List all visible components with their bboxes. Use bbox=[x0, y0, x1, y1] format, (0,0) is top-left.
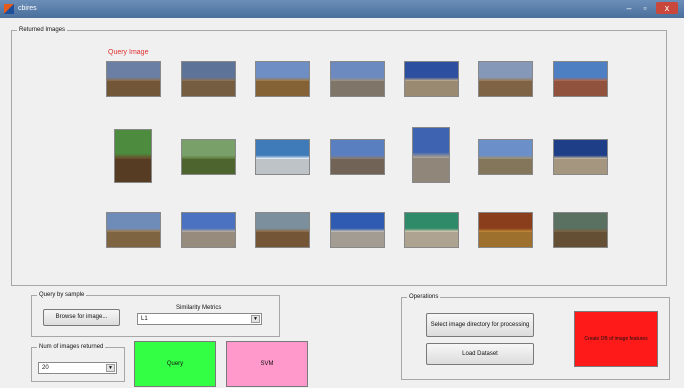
result-image-colosseum-query bbox=[106, 61, 161, 97]
browse-image-button[interactable]: Browse for image... bbox=[43, 309, 120, 326]
query-button[interactable]: Query bbox=[134, 341, 216, 387]
result-image-st-peters-square bbox=[330, 61, 385, 97]
result-image-colosseum-3 bbox=[478, 61, 533, 97]
load-dataset-label: Load Dataset bbox=[462, 351, 498, 357]
result-image-colosseum-2 bbox=[181, 61, 236, 97]
result-image-snow-mountains bbox=[255, 139, 310, 175]
load-dataset-button[interactable]: Load Dataset bbox=[426, 343, 534, 365]
similarity-metrics-label: Similarity Metrics bbox=[176, 305, 222, 311]
window-title: cbires bbox=[18, 5, 37, 12]
similarity-metric-value: L1 bbox=[141, 316, 148, 322]
returned-images-title: Returned Images bbox=[17, 27, 68, 34]
query-image-label: Query Image bbox=[108, 49, 149, 56]
select-directory-button[interactable]: Select image directory for processing bbox=[426, 313, 534, 337]
minimize-button[interactable]: – bbox=[622, 2, 636, 14]
browse-image-label: Browse for image... bbox=[55, 314, 108, 320]
svm-button-label: SVM bbox=[260, 361, 274, 367]
result-image-coastal-town bbox=[553, 61, 608, 97]
result-image-ruins-sunset bbox=[255, 61, 310, 97]
result-image-basilica bbox=[330, 212, 385, 248]
svm-button[interactable]: SVM bbox=[226, 341, 308, 387]
create-db-button[interactable]: Create DB of image features bbox=[574, 311, 658, 367]
maximize-button[interactable]: ▫ bbox=[638, 2, 652, 14]
similarity-metric-select[interactable]: L1 ▼ bbox=[137, 313, 262, 325]
close-button[interactable]: x bbox=[656, 2, 678, 14]
result-image-mosaic-ceiling bbox=[478, 212, 533, 248]
app-icon bbox=[4, 4, 14, 14]
select-directory-label: Select image directory for processing bbox=[430, 322, 530, 328]
result-image-arch-blue bbox=[404, 61, 459, 97]
chevron-down-icon: ▼ bbox=[251, 315, 260, 323]
num-images-value: 20 bbox=[42, 365, 49, 371]
result-image-square-obelisk bbox=[553, 139, 608, 175]
num-images-select[interactable]: 20 ▼ bbox=[38, 362, 117, 374]
operations-title: Operations bbox=[407, 294, 441, 301]
result-image-elephants bbox=[106, 212, 161, 248]
result-image-horses bbox=[114, 129, 152, 183]
result-image-tower-tall bbox=[412, 127, 450, 183]
result-image-domed-church bbox=[181, 212, 236, 248]
chevron-down-icon: ▼ bbox=[106, 364, 115, 372]
query-button-label: Query bbox=[166, 361, 184, 367]
num-images-title: Num of images returned bbox=[37, 344, 106, 351]
result-image-elephants-2 bbox=[255, 212, 310, 248]
create-db-label: Create DB of image features bbox=[584, 336, 648, 342]
query-by-sample-title: Query by sample bbox=[37, 292, 87, 299]
window-titlebar: cbires – ▫ x bbox=[0, 0, 684, 18]
result-image-food-plate bbox=[404, 212, 459, 248]
result-image-temple-ruins bbox=[478, 139, 533, 175]
result-image-cows-field bbox=[181, 139, 236, 175]
result-image-cathedral bbox=[330, 139, 385, 175]
result-image-ruins-columns bbox=[553, 212, 608, 248]
